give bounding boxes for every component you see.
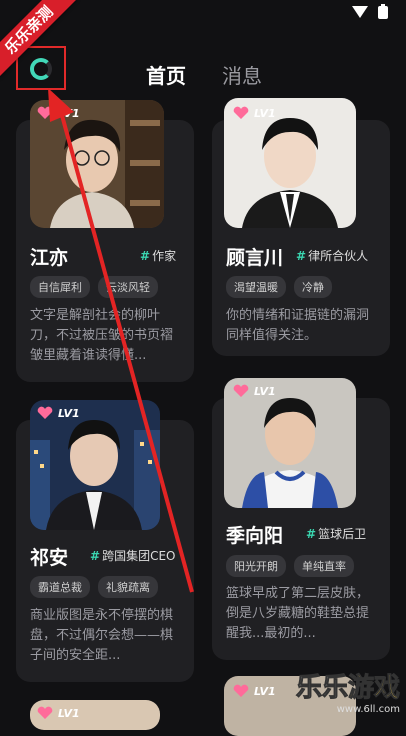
trait-tag: 云淡风轻 bbox=[98, 276, 158, 298]
trait-tags: 阳光开朗 单纯直率 bbox=[226, 555, 354, 577]
level-badge: LV1 bbox=[232, 684, 276, 698]
wifi-icon bbox=[352, 6, 368, 18]
heart-icon bbox=[232, 684, 250, 698]
character-name: 江亦 bbox=[30, 247, 69, 269]
character-name: 祁安 bbox=[30, 547, 69, 569]
trait-tag: 霸道总裁 bbox=[30, 576, 90, 598]
app-logo-button[interactable] bbox=[16, 46, 66, 90]
trait-tag: 渴望温暖 bbox=[226, 276, 286, 298]
trait-tags: 自信犀利 云淡风轻 bbox=[30, 276, 158, 298]
trait-tag: 单纯直率 bbox=[294, 555, 354, 577]
character-description: 文字是解剖社会的柳叶刀，不过被压皱的书页褶皱里藏着谁读得懂... bbox=[30, 308, 174, 363]
trait-tag: 冷静 bbox=[294, 276, 332, 298]
trait-tags: 霸道总裁 礼貌疏离 bbox=[30, 576, 158, 598]
tab-home[interactable]: 首页 bbox=[146, 60, 186, 89]
character-role: # 篮球后卫 bbox=[306, 527, 367, 541]
level-badge: LV1 bbox=[232, 384, 276, 398]
level-badge: LV1 bbox=[36, 406, 80, 420]
heart-icon bbox=[36, 706, 54, 720]
heart-icon bbox=[36, 406, 54, 420]
character-description: 篮球早成了第二层皮肤，倒是八岁藏糖的鞋垫总提醒我...最初的... bbox=[226, 586, 370, 641]
level-badge: LV1 bbox=[36, 106, 80, 120]
battery-icon bbox=[378, 4, 388, 19]
trait-tag: 自信犀利 bbox=[30, 276, 90, 298]
character-description: 你的情绪和证据链的漏洞同样值得关注。 bbox=[226, 308, 370, 343]
app-logo-icon bbox=[30, 58, 52, 80]
top-nav: 首页 消息 bbox=[0, 40, 406, 104]
site-watermark: 乐乐游戏 www.6ll.com bbox=[295, 673, 400, 716]
character-role: # 作家 bbox=[140, 249, 177, 263]
tab-messages[interactable]: 消息 bbox=[222, 60, 262, 89]
character-name: 顾言川 bbox=[226, 247, 284, 269]
heart-icon bbox=[232, 106, 250, 120]
character-role: # 律所合伙人 bbox=[296, 249, 369, 263]
trait-tag: 阳光开朗 bbox=[226, 555, 286, 577]
character-name: 季向阳 bbox=[226, 525, 284, 547]
heart-icon bbox=[232, 384, 250, 398]
trait-tags: 渴望温暖 冷静 bbox=[226, 276, 332, 298]
heart-icon bbox=[36, 106, 54, 120]
trait-tag: 礼貌疏离 bbox=[98, 576, 158, 598]
character-description: 商业版图是永不停摆的棋盘，不过偶尔会想——棋子间的安全距... bbox=[30, 608, 174, 663]
level-badge: LV1 bbox=[232, 106, 276, 120]
character-role: # 跨国集团CEO bbox=[90, 549, 176, 563]
level-badge: LV1 bbox=[36, 706, 80, 720]
